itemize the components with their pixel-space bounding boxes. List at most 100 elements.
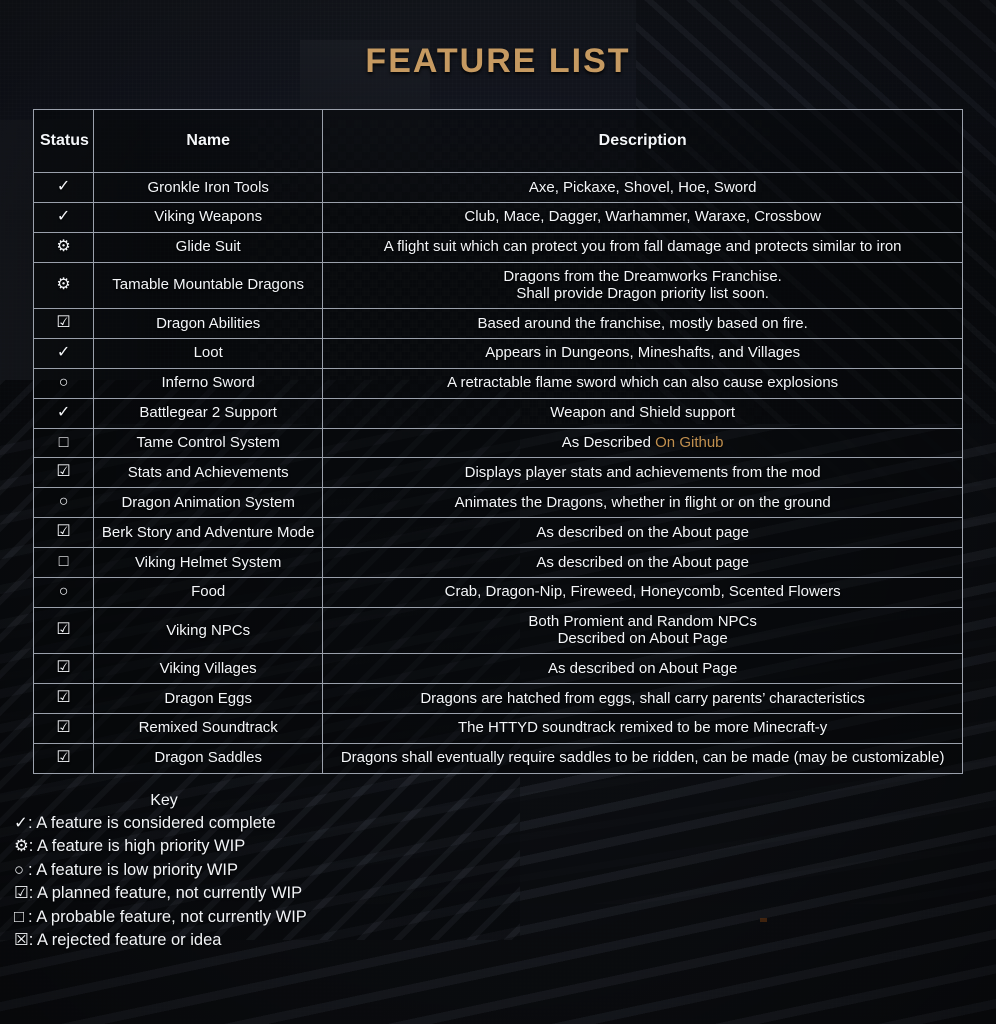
- feature-name: Dragon Animation System: [93, 487, 324, 519]
- status-empty-box-icon: □: [32, 427, 95, 459]
- feature-description: As described on About Page: [322, 653, 963, 684]
- table-row: ☑ Dragon Eggs Dragons are hatched from egg…: [32, 683, 963, 714]
- feature-table-container: Status Name Description ✓ Gronkle Iron To…: [32, 109, 963, 774]
- status-checked-box-icon: ☑: [32, 712, 95, 744]
- feature-name: Glide Suit: [93, 231, 324, 263]
- feature-name: Dragon Abilities: [93, 308, 324, 339]
- feature-description: Axe, Pickaxe, Shovel, Hoe, Sword: [322, 172, 963, 203]
- legend-empty-box-icon: □: [14, 907, 24, 926]
- status-check-icon: ✓: [32, 397, 95, 429]
- status-check-icon: ✓: [32, 337, 95, 369]
- table-row: ☑ Berk Story and Adventure Mode As describ…: [32, 517, 963, 548]
- feature-name: Dragon Saddles: [93, 742, 324, 774]
- legend-crossed-box-icon: ☒: [14, 931, 29, 950]
- feature-name: Viking Weapons: [93, 201, 324, 233]
- status-circle-icon: ○: [32, 367, 95, 399]
- feature-description: As described on the About page: [322, 517, 963, 548]
- table-row: ○ Dragon Animation System Animates the Dra…: [32, 487, 963, 519]
- feature-name: Gronkle Iron Tools: [93, 172, 324, 203]
- feature-name: Remixed Soundtrack: [93, 712, 324, 744]
- legend-item: ○: A feature is low priority WIP: [14, 859, 996, 883]
- table-row: ☑ Viking NPCs Both Promient and Random NPC…: [32, 606, 963, 655]
- page-title: FEATURE LIST: [365, 42, 631, 80]
- feature-name: Viking NPCs: [93, 606, 324, 655]
- feature-description: The HTTYD soundtrack remixed to be more …: [322, 712, 963, 744]
- table-row: ☑ Dragon Abilities Based around the franch…: [32, 308, 963, 339]
- feature-name: Inferno Sword: [93, 367, 324, 399]
- status-checked-box-icon: ☑: [32, 606, 95, 655]
- feature-name: Stats and Achievements: [93, 457, 324, 489]
- status-gear-icon: ⚙: [32, 261, 95, 310]
- legend-item-label: : A planned feature, not currently WIP: [28, 884, 303, 903]
- feature-description: Crab, Dragon-Nip, Fireweed, Honeycomb, S…: [322, 576, 963, 608]
- table-header-row: Status Name Description: [32, 109, 963, 173]
- table-row: ☑ Viking Villages As described on About Pa…: [32, 653, 963, 684]
- status-gear-icon: ⚙: [32, 231, 95, 263]
- feature-description: A flight suit which can protect you from…: [322, 231, 963, 263]
- status-check-icon: ✓: [32, 201, 95, 233]
- github-link[interactable]: On Github: [655, 434, 723, 451]
- legend-item-label: : A rejected feature or idea: [28, 931, 222, 950]
- legend-item: ☑: A planned feature, not currently WIP: [14, 882, 996, 906]
- feature-name: Battlegear 2 Support: [93, 397, 324, 429]
- table-row: ○ Food Crab, Dragon-Nip, Fireweed, Honeyco…: [32, 576, 963, 608]
- table-row: ✓ Gronkle Iron Tools Axe, Pickaxe, Shovel,…: [32, 172, 963, 203]
- legend-item-label: : A probable feature, not currently WIP: [28, 907, 307, 926]
- feature-description: Club, Mace, Dagger, Warhammer, Waraxe, C…: [322, 201, 963, 233]
- feature-name: Tame Control System: [93, 427, 324, 459]
- column-header-name: Name: [93, 109, 324, 173]
- feature-description: Dragons from the Dreamworks Franchise. Sh…: [322, 261, 963, 310]
- feature-description: Based around the franchise, mostly based…: [322, 308, 963, 339]
- table-row: □ Tame Control System As Described On Gith…: [32, 427, 963, 459]
- status-empty-box-icon: □: [32, 547, 95, 578]
- feature-name: Tamable Mountable Dragons: [93, 261, 324, 310]
- legend-item: ⚙: A feature is high priority WIP: [14, 835, 996, 859]
- legend-checked-box-icon: ☑: [14, 884, 29, 903]
- table-row: ☑ Remixed Soundtrack The HTTYD soundtrack …: [32, 712, 963, 744]
- table-header: Status Name Description: [32, 109, 963, 173]
- legend-item-label: : A feature is considered complete: [28, 813, 276, 832]
- status-checked-box-icon: ☑: [32, 308, 95, 339]
- column-header-status: Status: [32, 109, 95, 173]
- feature-name: Loot: [93, 337, 324, 369]
- feature-description: Weapon and Shield support: [322, 397, 963, 429]
- feature-description: As Described On Github: [322, 427, 963, 459]
- status-checked-box-icon: ☑: [32, 683, 95, 714]
- feature-description: Animates the Dragons, whether in flight …: [322, 487, 963, 519]
- feature-description: Dragons are hatched from eggs, shall car…: [322, 683, 963, 714]
- feature-description: As described on the About page: [322, 547, 963, 578]
- feature-list-page: FEATURE LIST Status Name Description ✓ Gr…: [0, 0, 996, 1024]
- feature-description: Displays player stats and achievements f…: [322, 457, 963, 489]
- table-body: ✓ Gronkle Iron Tools Axe, Pickaxe, Shovel,…: [32, 172, 963, 774]
- status-circle-icon: ○: [32, 487, 95, 519]
- legend-circle-icon: ○: [14, 860, 24, 879]
- description-text: As Described: [561, 434, 656, 452]
- feature-description: Dragons shall eventually require saddles…: [322, 742, 963, 774]
- feature-name: Berk Story and Adventure Mode: [93, 517, 324, 548]
- status-circle-icon: ○: [32, 576, 95, 608]
- legend-gear-icon: ⚙: [14, 837, 29, 856]
- table-row: □ Viking Helmet System As described on the…: [32, 547, 963, 578]
- status-check-icon: ✓: [32, 172, 95, 203]
- column-header-description: Description: [322, 109, 963, 173]
- feature-name: Viking Villages: [93, 653, 324, 684]
- feature-table: Status Name Description ✓ Gronkle Iron To…: [32, 109, 963, 774]
- status-checked-box-icon: ☑: [32, 742, 95, 774]
- status-checked-box-icon: ☑: [32, 653, 95, 684]
- table-row: ✓ Battlegear 2 Support Weapon and Shield s…: [32, 397, 963, 429]
- legend-item-label: : A feature is low priority WIP: [28, 860, 238, 879]
- legend-item: □: A probable feature, not currently WIP: [14, 906, 996, 930]
- table-row: ✓ Viking Weapons Club, Mace, Dagger, Warha…: [32, 201, 963, 233]
- table-row: ☑ Dragon Saddles Dragons shall eventually …: [32, 742, 963, 774]
- feature-name: Viking Helmet System: [93, 547, 324, 578]
- table-row: ✓ Loot Appears in Dungeons, Mineshafts, an…: [32, 337, 963, 369]
- legend-item: ✓: A feature is considered complete: [14, 812, 996, 836]
- feature-description: Appears in Dungeons, Mineshafts, and Vil…: [322, 337, 963, 369]
- table-row: ☑ Stats and Achievements Displays player s…: [32, 457, 963, 489]
- feature-name: Dragon Eggs: [93, 683, 324, 714]
- legend-item-label: : A feature is high priority WIP: [28, 837, 246, 856]
- legend-check-icon: ✓: [14, 813, 28, 832]
- status-checked-box-icon: ☑: [32, 457, 95, 489]
- feature-description: A retractable flame sword which can also…: [322, 367, 963, 399]
- table-row: ⚙ Tamable Mountable Dragons Dragons from t…: [32, 261, 963, 310]
